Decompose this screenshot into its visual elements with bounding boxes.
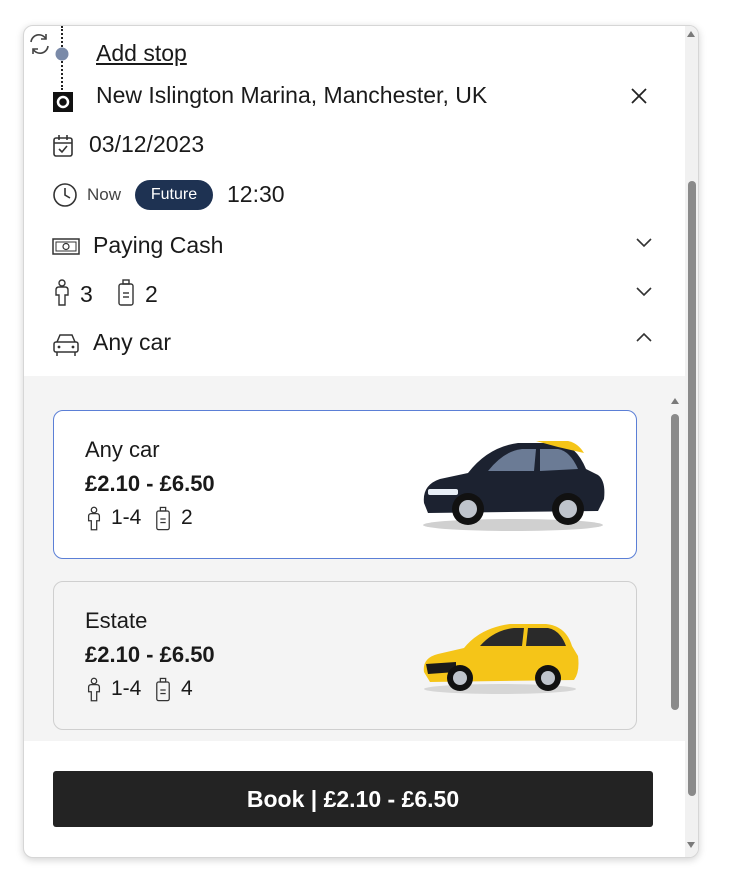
destination-pin-icon — [53, 92, 73, 112]
time-value[interactable]: 12:30 — [227, 181, 285, 208]
list-scroll-up-arrow-icon[interactable] — [670, 397, 680, 405]
passenger-icon — [85, 676, 103, 704]
chevron-down-icon[interactable] — [635, 286, 653, 298]
book-button[interactable]: Book | £2.10 - £6.50 — [53, 771, 653, 827]
outer-scrollbar-thumb[interactable] — [688, 181, 696, 796]
luggage-count: 2 — [145, 281, 158, 307]
passenger-icon — [85, 505, 103, 533]
calendar-icon — [52, 134, 74, 158]
car-type-label[interactable]: Any car — [93, 329, 171, 356]
car-outline-icon — [52, 332, 80, 358]
estate-car-image — [420, 616, 580, 701]
date-value[interactable]: 03/12/2023 — [89, 131, 204, 158]
car-name: Estate — [85, 608, 148, 633]
passenger-count: 3 — [80, 281, 93, 307]
luggage-icon — [155, 505, 171, 533]
cash-icon — [52, 236, 80, 256]
car-name: Any car — [85, 437, 160, 462]
swap-icon[interactable] — [27, 32, 53, 56]
car-luggage: 4 — [181, 677, 193, 700]
chevron-up-icon[interactable] — [635, 331, 653, 343]
scroll-up-arrow-icon[interactable] — [686, 30, 696, 38]
car-price: £2.10 - £6.50 — [85, 471, 215, 496]
car-passengers: 1-4 — [111, 506, 142, 529]
future-option[interactable]: Future — [135, 180, 213, 210]
car-passengers: 1-4 — [111, 677, 142, 700]
car-luggage: 2 — [181, 506, 193, 529]
car-option-card[interactable]: Estate £2.10 - £6.50 1-4 4 — [53, 581, 637, 730]
chevron-down-icon[interactable] — [635, 237, 653, 249]
list-scrollbar-thumb[interactable] — [671, 414, 679, 710]
sedan-car-image — [418, 433, 608, 538]
destination-text[interactable]: New Islington Marina, Manchester, UK — [96, 82, 487, 109]
scroll-down-arrow-icon[interactable] — [686, 841, 696, 849]
now-option[interactable]: Now — [87, 185, 121, 205]
booking-panel: Add stop New Islington Marina, Mancheste… — [23, 25, 699, 858]
luggage-icon — [117, 279, 135, 307]
luggage-icon — [155, 676, 171, 704]
car-option-card[interactable]: Any car £2.10 - £6.50 1-4 2 — [53, 410, 637, 559]
payment-label[interactable]: Paying Cash — [93, 232, 223, 259]
car-price: £2.10 - £6.50 — [85, 642, 215, 667]
clock-icon — [52, 182, 78, 208]
stop-dot-icon — [55, 47, 69, 61]
add-stop-link[interactable]: Add stop — [96, 40, 187, 67]
close-icon[interactable] — [630, 87, 648, 105]
passenger-icon — [52, 279, 72, 307]
